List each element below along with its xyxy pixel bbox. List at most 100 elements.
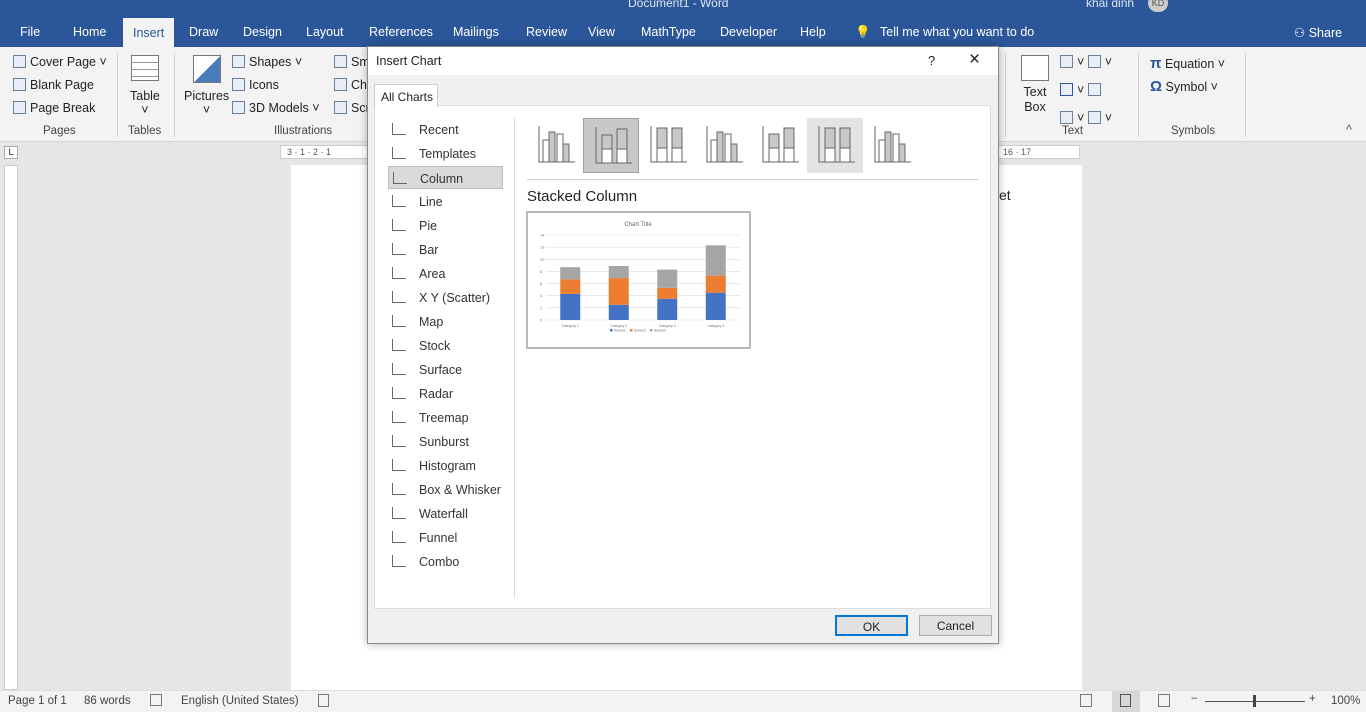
symbol-button[interactable]: Ω Symbol ˅ [1150, 78, 1218, 95]
tab-mailings[interactable]: Mailings [453, 25, 499, 39]
chart-preview-svg: Chart Title 0 2 4 6 8 10 12 14 Category 1 Category… [540, 222, 740, 333]
lightbulb-icon: 💡 [855, 25, 871, 39]
text-tools[interactable]: ˅ ˅ ˅ ˅ ˅ [1060, 55, 1130, 125]
tab-selector[interactable]: L [4, 146, 18, 159]
chart-preview[interactable]: Chart Title 0 2 4 6 8 10 12 14 Category 1 Category… [526, 211, 751, 349]
read-mode-icon[interactable] [1080, 694, 1092, 707]
subtype-name: Stacked Column [527, 188, 638, 205]
smartart-icon [334, 55, 347, 68]
accessibility-icon[interactable] [318, 694, 329, 707]
tab-draw[interactable]: Draw [189, 25, 218, 39]
tab-review[interactable]: Review [526, 25, 567, 39]
chart-subtype-100-stacked-column[interactable] [639, 118, 695, 173]
chart-subtype-stacked-column[interactable] [583, 118, 639, 173]
chart-subtype-3-d-column[interactable] [863, 118, 919, 173]
equation-button[interactable]: π Equation ˅ [1150, 55, 1225, 72]
chart-category-waterfall[interactable]: Waterfall [388, 502, 503, 525]
tab-references[interactable]: References [369, 25, 433, 39]
ok-button[interactable]: OK [835, 615, 908, 636]
chart-category-label: Recent [419, 123, 459, 137]
chart-category-stock[interactable]: Stock [388, 334, 503, 357]
3d-models-button[interactable]: 3D Models ˅ [232, 101, 320, 115]
chart-category-icon [392, 387, 406, 399]
picture-icon [192, 55, 221, 83]
chart-category-label: Area [419, 267, 446, 281]
collapse-ribbon-icon[interactable]: ^ [1346, 123, 1352, 137]
chart-subtype-3-d-100-stacked-column[interactable] [807, 118, 863, 173]
web-layout-icon[interactable] [1158, 694, 1170, 707]
zoom-slider-thumb[interactable] [1253, 695, 1256, 707]
zoom-out-button[interactable]: − [1191, 693, 1198, 705]
proofing-icon[interactable] [150, 694, 162, 706]
zoom-in-button[interactable]: + [1309, 693, 1316, 705]
tab-layout[interactable]: Layout [306, 25, 344, 39]
chart-category-surface[interactable]: Surface [388, 358, 503, 381]
avatar[interactable]: KD [1148, 0, 1168, 12]
chart-category-combo[interactable]: Combo [388, 550, 503, 573]
tab-view[interactable]: View [588, 25, 615, 39]
tell-me-search[interactable]: Tell me what you want to do [880, 25, 1034, 39]
shapes-button[interactable]: Shapes ˅ [232, 55, 302, 69]
chart-category-histogram[interactable]: Histogram [388, 454, 503, 477]
chart-category-map[interactable]: Map [388, 310, 503, 333]
tab-all-charts[interactable]: All Charts [374, 84, 438, 107]
chart-category-templates[interactable]: Templates [388, 142, 503, 165]
cover-page-button[interactable]: Cover Page ˅ [13, 55, 107, 69]
chart-category-label: Box & Whisker [419, 483, 501, 497]
chart-title: Chart Title [624, 222, 652, 228]
smartart-button[interactable]: Sm [334, 55, 370, 69]
chart-subtype-3-d-stacked-column[interactable] [751, 118, 807, 173]
document-text: et [999, 187, 1011, 203]
help-button[interactable]: ? [928, 53, 935, 68]
tab-help[interactable]: Help [800, 25, 826, 39]
tab-insert[interactable]: Insert [123, 18, 175, 47]
chart-category-label: Line [419, 195, 443, 209]
page-break-button[interactable]: Page Break [13, 101, 95, 115]
vertical-ruler[interactable] [4, 165, 18, 690]
chart-category-area[interactable]: Area [388, 262, 503, 285]
chart-category-recent[interactable]: Recent [388, 118, 503, 141]
cancel-button[interactable]: Cancel [919, 615, 992, 636]
chart-category-box-whisker[interactable]: Box & Whisker [388, 478, 503, 501]
close-button[interactable]: × [969, 49, 980, 71]
user-name[interactable]: khai dinh [1086, 0, 1134, 10]
ruler-ticks-left: 3 · 1 · 2 · 1 [287, 147, 332, 157]
chart-category-sunburst[interactable]: Sunburst [388, 430, 503, 453]
chart-category-radar[interactable]: Radar [388, 382, 503, 405]
chart-category-icon [392, 411, 406, 423]
chart-category-bar[interactable]: Bar [388, 238, 503, 261]
chart-subtype-clustered-column[interactable] [527, 118, 583, 173]
table-button[interactable]: Table ˅ [130, 55, 160, 117]
blank-page-button[interactable]: Blank Page [13, 78, 94, 92]
chart-category-treemap[interactable]: Treemap [388, 406, 503, 429]
tab-home[interactable]: Home [73, 25, 106, 39]
table-icon [130, 55, 159, 81]
chart-subtype-3-d-clustered-column[interactable] [695, 118, 751, 173]
tab-developer[interactable]: Developer [720, 25, 777, 39]
cube-icon [232, 101, 245, 114]
chart-category-column[interactable]: Column [388, 166, 503, 189]
text-box-button[interactable]: Text Box [1018, 55, 1052, 115]
legend-label: Series1 [614, 329, 626, 333]
share-button[interactable]: ⚇ Share [1294, 25, 1342, 40]
chart-category-line[interactable]: Line [388, 190, 503, 213]
language[interactable]: English (United States) [181, 695, 299, 707]
zoom-level[interactable]: 100% [1331, 695, 1360, 707]
icons-button[interactable]: Icons [232, 78, 279, 92]
bar-series1-4 [705, 292, 726, 320]
page-count[interactable]: Page 1 of 1 [8, 695, 67, 707]
chart-category-label: Pie [419, 219, 438, 233]
pictures-button[interactable]: Pictures ˅ [184, 55, 229, 117]
chart-category-funnel[interactable]: Funnel [388, 526, 503, 549]
chart-category-pie[interactable]: Pie [388, 214, 503, 237]
tab-mathtype[interactable]: MathType [641, 25, 696, 39]
tab-file[interactable]: File [20, 25, 40, 39]
chart-category-icon [393, 172, 407, 184]
tab-design[interactable]: Design [243, 25, 282, 39]
pi-icon: π [1150, 55, 1162, 72]
chart-category-x-y-scatter-[interactable]: X Y (Scatter) [388, 286, 503, 309]
print-layout-button[interactable] [1112, 691, 1140, 712]
word-count[interactable]: 86 words [84, 695, 131, 707]
screenshot-button[interactable]: Scr [334, 101, 370, 115]
chart-button[interactable]: Ch [334, 78, 367, 92]
